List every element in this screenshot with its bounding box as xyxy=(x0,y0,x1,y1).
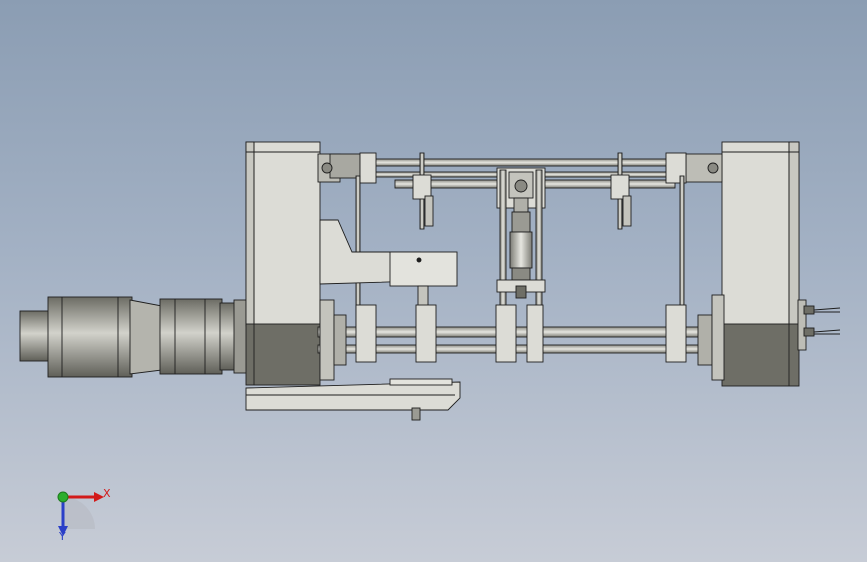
axis-x-label: X xyxy=(103,487,111,500)
center-cylinder-assembly xyxy=(496,167,546,311)
assembly-model xyxy=(19,141,841,536)
left-frame-plate xyxy=(245,141,321,386)
wedge-bracket xyxy=(319,219,458,307)
graphics-viewport[interactable]: X Y xyxy=(0,0,867,562)
axis-y-label: Y xyxy=(59,530,66,543)
main-drive-shaft xyxy=(317,326,723,354)
shaft-collars xyxy=(319,294,725,381)
cable-connectors xyxy=(797,299,841,351)
right-frame-plate xyxy=(721,141,800,387)
drive-motor xyxy=(19,296,249,378)
